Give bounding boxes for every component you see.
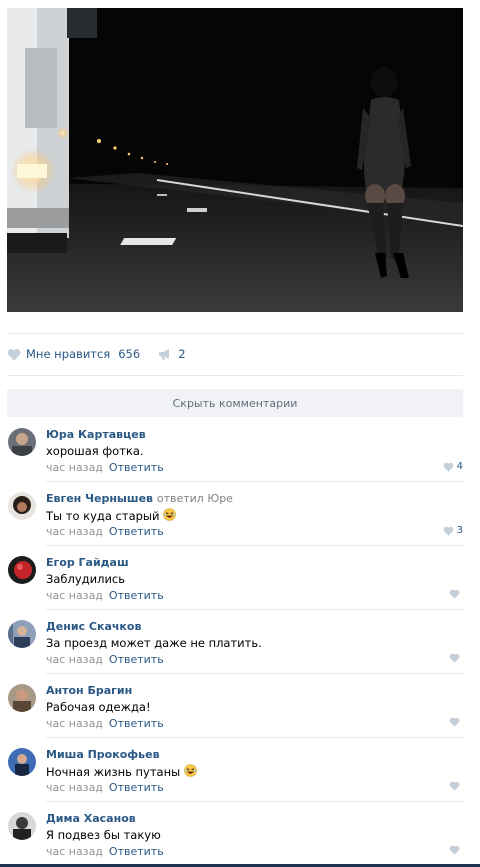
comment-text: Ты то куда старый xyxy=(46,508,177,524)
comment-like-button[interactable] xyxy=(449,717,463,727)
reply-link[interactable]: Ответить xyxy=(109,781,164,794)
heart-icon xyxy=(449,653,460,663)
night-road-image xyxy=(7,8,463,312)
comment-text: За проезд может даже не платить. xyxy=(46,636,262,650)
comment-item: Дима Хасанов Я подвез бы такую час назад… xyxy=(7,802,463,866)
comment-time[interactable]: час назад xyxy=(46,589,103,602)
comment-author[interactable]: Миша Прокофьев xyxy=(46,748,160,761)
avatar[interactable] xyxy=(8,556,36,584)
comment-text: Рабочая одежда! xyxy=(46,700,151,714)
avatar[interactable] xyxy=(8,492,36,520)
comment-time[interactable]: час назад xyxy=(46,845,103,858)
divider xyxy=(7,375,463,376)
comment-author[interactable]: Юра Картавцев xyxy=(46,428,146,441)
divider xyxy=(7,333,463,334)
like-button[interactable]: Мне нравится 656 xyxy=(7,347,140,361)
comment-author[interactable]: Евген Чернышев ответил Юре xyxy=(46,492,233,505)
comment-author[interactable]: Антон Брагин xyxy=(46,684,132,697)
post-actions: Мне нравится 656 2 xyxy=(7,341,186,367)
comment-like-button[interactable] xyxy=(449,653,463,663)
reply-link[interactable]: Ответить xyxy=(109,525,164,538)
comment-time[interactable]: час назад xyxy=(46,653,103,666)
comment-time[interactable]: час назад xyxy=(46,717,103,730)
comment-meta: час назад Ответить xyxy=(46,717,164,730)
comment-meta: час назад Ответить xyxy=(46,845,164,858)
comment-text: хорошая фотка. xyxy=(46,444,144,458)
avatar[interactable] xyxy=(8,684,36,712)
comment-item: Евген Чернышев ответил Юре Ты то куда ст… xyxy=(7,482,463,546)
comment-item: Миша Прокофьев Ночная жизнь путаны час н… xyxy=(7,738,463,802)
like-count: 656 xyxy=(118,347,141,361)
comment-author[interactable]: Егор Гайдаш xyxy=(46,556,129,569)
comment-meta: час назад Ответить xyxy=(46,461,164,474)
comment-time[interactable]: час назад xyxy=(46,461,103,474)
comment-item: Денис Скачков За проезд может даже не пл… xyxy=(7,610,463,674)
heart-icon xyxy=(449,589,460,599)
comment-meta: час назад Ответить xyxy=(46,525,164,538)
megaphone-icon xyxy=(159,349,170,360)
reply-link[interactable]: Ответить xyxy=(109,717,164,730)
avatar[interactable] xyxy=(8,748,36,776)
comment-author[interactable]: Дима Хасанов xyxy=(46,812,136,825)
laughing-emoji-icon xyxy=(163,508,177,524)
comment-like-button[interactable] xyxy=(449,845,463,855)
comment-item: Антон Брагин Рабочая одежда! час назад От… xyxy=(7,674,463,738)
comment-like-button[interactable]: 4 xyxy=(443,461,463,472)
comment-meta: час назад Ответить xyxy=(46,653,164,666)
comment-like-button[interactable] xyxy=(449,781,463,791)
like-label: Мне нравится xyxy=(26,347,111,361)
share-count: 2 xyxy=(178,347,186,361)
avatar[interactable] xyxy=(8,812,36,840)
comments-list: Юра Картавцев хорошая фотка. час назад От… xyxy=(7,418,463,866)
replied-to[interactable]: ответил Юре xyxy=(157,492,233,505)
post-photo[interactable] xyxy=(7,8,463,312)
reply-link[interactable]: Ответить xyxy=(109,845,164,858)
heart-icon xyxy=(443,462,454,472)
comment-item: Юра Картавцев хорошая фотка. час назад От… xyxy=(7,418,463,482)
comment-time[interactable]: час назад xyxy=(46,781,103,794)
comment-like-button[interactable] xyxy=(449,589,463,599)
heart-icon xyxy=(7,348,21,360)
reply-link[interactable]: Ответить xyxy=(109,653,164,666)
comment-text: Заблудились xyxy=(46,572,126,586)
comment-text: Я подвез бы такую xyxy=(46,828,161,842)
avatar[interactable] xyxy=(8,620,36,648)
share-button[interactable]: 2 xyxy=(158,347,186,361)
heart-icon xyxy=(449,781,460,791)
comment-time[interactable]: час назад xyxy=(46,525,103,538)
comment-text: Ночная жизнь путаны xyxy=(46,764,197,780)
comment-like-button[interactable]: 3 xyxy=(443,525,463,536)
laughing-emoji-icon xyxy=(184,764,197,780)
avatar[interactable] xyxy=(8,428,36,456)
comment-like-count: 3 xyxy=(456,525,463,536)
reply-link[interactable]: Ответить xyxy=(109,461,164,474)
heart-icon xyxy=(449,845,460,855)
comment-author[interactable]: Денис Скачков xyxy=(46,620,141,633)
hide-comments-button[interactable]: Скрыть комментарии xyxy=(7,389,463,417)
comment-like-count: 4 xyxy=(456,461,463,472)
heart-icon xyxy=(443,526,454,536)
comment-item: Егор Гайдаш Заблудились час назад Ответит… xyxy=(7,546,463,610)
heart-icon xyxy=(449,717,460,727)
comment-meta: час назад Ответить xyxy=(46,589,164,602)
reply-link[interactable]: Ответить xyxy=(109,589,164,602)
comment-meta: час назад Ответить xyxy=(46,781,164,794)
